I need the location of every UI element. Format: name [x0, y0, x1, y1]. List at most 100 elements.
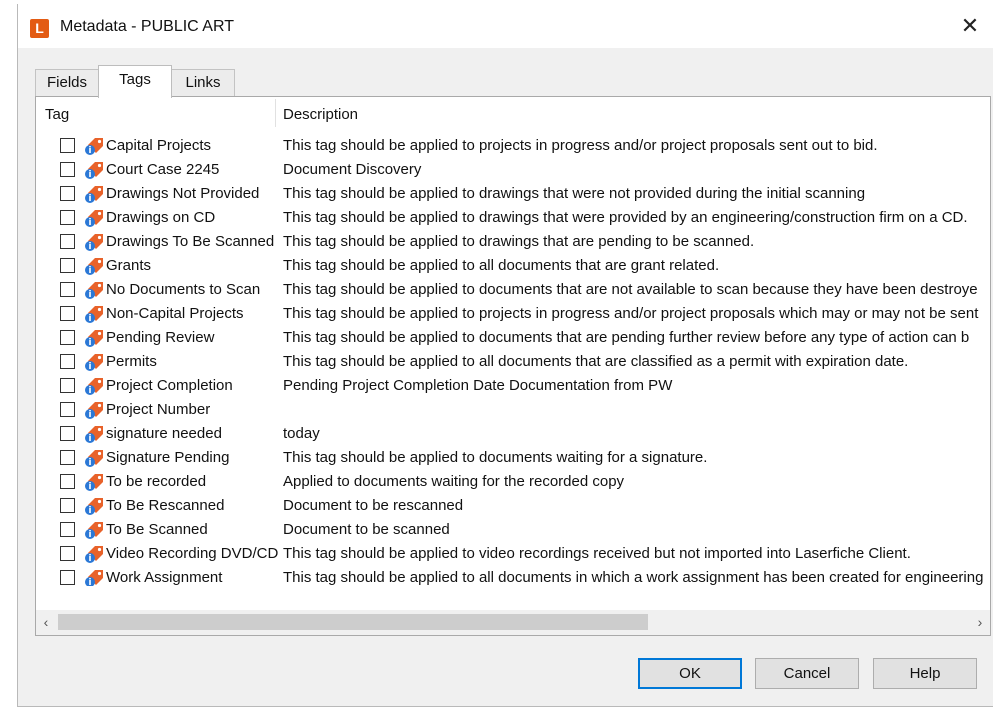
- tag-row[interactable]: Video Recording DVD/CD This tag should be…: [36, 542, 990, 566]
- tag-icon: [84, 184, 106, 204]
- tag-row[interactable]: To be recorded Applied to documents waiti…: [36, 470, 990, 494]
- tag-name: Project Completion: [106, 377, 233, 394]
- tag-description: This tag should be applied to projects i…: [283, 305, 979, 322]
- tag-name: Court Case 2245: [106, 161, 220, 178]
- tag-icon: [84, 280, 106, 300]
- tag-row[interactable]: Work Assignment This tag should be applie…: [36, 566, 990, 586]
- tag-row[interactable]: Court Case 2245 Document Discovery: [36, 158, 990, 182]
- tag-checkbox[interactable]: [60, 570, 75, 585]
- tag-icon: [84, 472, 106, 492]
- title-bar[interactable]: L Metadata - PUBLIC ART ✕: [18, 4, 993, 48]
- tag-checkbox[interactable]: [60, 522, 75, 537]
- tag-row[interactable]: Permits This tag should be applied to all…: [36, 350, 990, 374]
- tag-description: This tag should be applied to video reco…: [283, 545, 911, 562]
- tag-row[interactable]: To Be Rescanned Document to be rescanned: [36, 494, 990, 518]
- tags-list: Capital Projects This tag should be appli…: [36, 134, 990, 586]
- horizontal-scrollbar[interactable]: ‹ ›: [36, 610, 990, 635]
- tag-name: Capital Projects: [106, 137, 212, 154]
- tag-description: Document to be rescanned: [283, 497, 464, 514]
- list-header: Tag Description: [36, 97, 990, 130]
- column-header-description[interactable]: Description: [283, 106, 358, 123]
- tag-checkbox[interactable]: [60, 162, 75, 177]
- tag-description: Applied to documents waiting for the rec…: [283, 473, 625, 490]
- tag-icon: [84, 376, 106, 396]
- ok-button[interactable]: OK: [638, 658, 742, 689]
- tab-fields[interactable]: Fields: [35, 69, 99, 97]
- tag-icon: [84, 232, 106, 252]
- laserfiche-logo-icon: L: [30, 19, 49, 38]
- tag-row[interactable]: To Be Scanned Document to be scanned: [36, 518, 990, 542]
- tag-row[interactable]: Signature Pending This tag should be appl…: [36, 446, 990, 470]
- tag-name: To Be Scanned: [106, 521, 208, 538]
- tag-row[interactable]: signature needed today: [36, 422, 990, 446]
- tag-description: Pending Project Completion Date Document…: [283, 377, 673, 394]
- tag-name: Drawings on CD: [106, 209, 216, 226]
- tag-icon: [84, 544, 106, 564]
- tag-checkbox[interactable]: [60, 234, 75, 249]
- tag-checkbox[interactable]: [60, 378, 75, 393]
- tag-icon: [84, 136, 106, 156]
- tag-icon: [84, 304, 106, 324]
- tag-row[interactable]: Drawings Not Provided This tag should be …: [36, 182, 990, 206]
- tag-icon: [84, 160, 106, 180]
- tag-row[interactable]: Drawings To Be Scanned This tag should be…: [36, 230, 990, 254]
- tag-row[interactable]: Drawings on CD This tag should be applied…: [36, 206, 990, 230]
- tag-icon: [84, 400, 106, 420]
- tag-name: To be recorded: [106, 473, 207, 490]
- help-button[interactable]: Help: [873, 658, 977, 689]
- tag-icon: [84, 352, 106, 372]
- cancel-button[interactable]: Cancel: [755, 658, 859, 689]
- tag-description: This tag should be applied to documents …: [283, 329, 970, 346]
- tag-checkbox[interactable]: [60, 306, 75, 321]
- tag-description: This tag should be applied to documents …: [283, 449, 708, 466]
- tag-name: Pending Review: [106, 329, 215, 346]
- tag-row[interactable]: No Documents to Scan This tag should be a…: [36, 278, 990, 302]
- tag-checkbox[interactable]: [60, 354, 75, 369]
- tag-row[interactable]: Project Completion Pending Project Comple…: [36, 374, 990, 398]
- tag-checkbox[interactable]: [60, 474, 75, 489]
- tag-name: To Be Rescanned: [106, 497, 225, 514]
- window-title: Metadata - PUBLIC ART: [60, 18, 234, 35]
- tags-list-panel: Tag Description Capital Projects This tag…: [35, 96, 991, 636]
- tag-checkbox[interactable]: [60, 402, 75, 417]
- tag-name: Grants: [106, 257, 152, 274]
- tag-checkbox[interactable]: [60, 546, 75, 561]
- tag-icon: [84, 520, 106, 540]
- tag-description: This tag should be applied to drawings t…: [283, 209, 968, 226]
- column-header-tag[interactable]: Tag: [45, 106, 69, 123]
- tag-checkbox[interactable]: [60, 210, 75, 225]
- scroll-right-arrow-icon[interactable]: ›: [970, 610, 990, 635]
- tag-checkbox[interactable]: [60, 282, 75, 297]
- tag-icon: [84, 208, 106, 228]
- tag-checkbox[interactable]: [60, 426, 75, 441]
- tag-icon: [84, 448, 106, 468]
- tag-row[interactable]: Capital Projects This tag should be appli…: [36, 134, 990, 158]
- column-divider[interactable]: [275, 99, 276, 127]
- tag-row[interactable]: Non-Capital Projects This tag should be a…: [36, 302, 990, 326]
- tag-checkbox[interactable]: [60, 258, 75, 273]
- tab-tags[interactable]: Tags: [98, 65, 172, 98]
- tag-checkbox[interactable]: [60, 186, 75, 201]
- tag-row[interactable]: Pending Review This tag should be applied…: [36, 326, 990, 350]
- tag-name: Work Assignment: [106, 569, 223, 586]
- tag-checkbox[interactable]: [60, 498, 75, 513]
- tag-icon: [84, 496, 106, 516]
- tag-description: This tag should be applied to all docume…: [283, 353, 909, 370]
- tag-row[interactable]: Project Number: [36, 398, 990, 422]
- tag-name: signature needed: [106, 425, 222, 442]
- tag-name: Project Number: [106, 401, 211, 418]
- tab-links[interactable]: Links: [171, 69, 235, 97]
- tag-checkbox[interactable]: [60, 138, 75, 153]
- scrollbar-thumb[interactable]: [58, 614, 648, 630]
- scroll-left-arrow-icon[interactable]: ‹: [36, 610, 56, 635]
- tag-description: This tag should be applied to drawings t…: [283, 185, 866, 202]
- tag-name: No Documents to Scan: [106, 281, 261, 298]
- tag-name: Video Recording DVD/CD: [106, 545, 279, 562]
- tag-description: Document to be scanned: [283, 521, 450, 538]
- tag-row[interactable]: Grants This tag should be applied to all …: [36, 254, 990, 278]
- tag-icon: [84, 256, 106, 276]
- close-button[interactable]: ✕: [957, 14, 983, 40]
- tag-checkbox[interactable]: [60, 330, 75, 345]
- tag-icon: [84, 568, 106, 586]
- tag-checkbox[interactable]: [60, 450, 75, 465]
